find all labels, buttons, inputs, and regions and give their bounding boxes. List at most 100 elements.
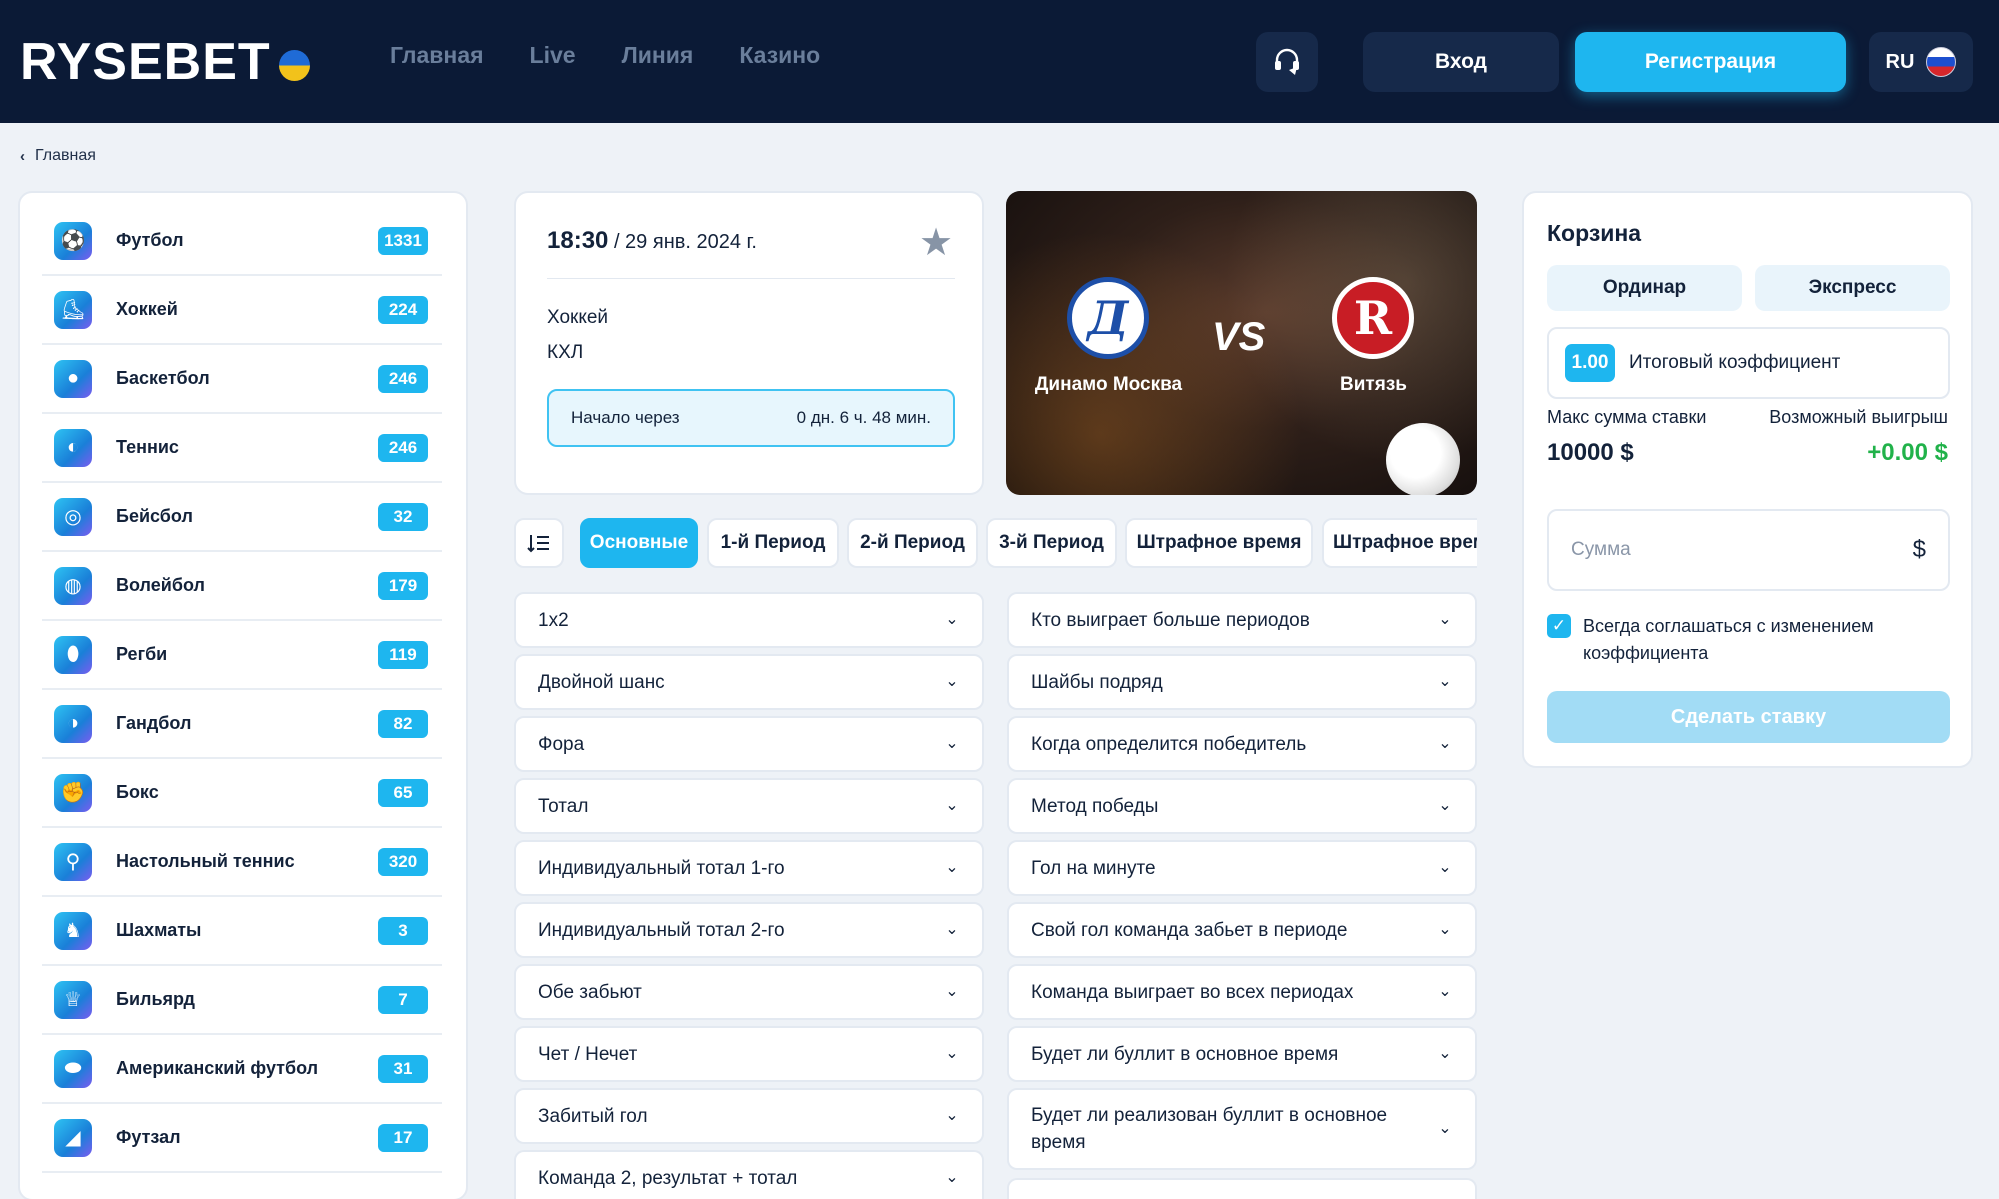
coefficient-label: Итоговый коэффициент [1629,352,1841,373]
currency-dollar-icon: $ [1912,536,1926,563]
market-individual-total-1[interactable]: Индивидуальный тотал 1-го ⌄ [514,840,984,896]
table-tennis-icon: ⚲ [54,842,92,881]
chevron-down-icon: ⌄ [945,1107,959,1124]
market-label: Метод победы [1031,795,1159,817]
language-code: RU [1885,50,1915,73]
tab-period-3[interactable]: 3-й Период [986,518,1117,568]
sidebar-item-chess[interactable]: ♞ Шахматы 3 [42,897,442,966]
sidebar-item-hockey[interactable]: ⛸ Хоккей 224 [42,276,442,345]
chevron-down-icon: ⌄ [1438,859,1452,876]
market-team2-result-total[interactable]: Команда 2, результат + тотал ⌄ [514,1150,984,1199]
volleyball-icon: ◍ [54,566,92,605]
market-label: Тотал [538,795,589,817]
nav-line[interactable]: Линия [622,42,694,69]
sport-count: 179 [378,571,428,600]
tab-penalty-time-2[interactable]: Штрафное время [1322,518,1477,568]
site-logo[interactable]: RYSEBET [20,33,310,91]
tab-period-1[interactable]: 1-й Период [707,518,839,568]
logo-text: RYSEBET [20,33,271,91]
sidebar-item-rugby[interactable]: ⬮ Регби 119 [42,621,442,690]
sidebar-item-futsal[interactable]: ◢ Футзал 17 [42,1104,442,1173]
market-label: Чет / Нечет [538,1043,638,1065]
breadcrumb[interactable]: ‹ Главная [20,147,96,165]
sidebar-item-volleyball[interactable]: ◍ Волейбол 179 [42,552,442,621]
tab-period-2[interactable]: 2-й Период [847,518,978,568]
market-both-score[interactable]: Обе забьют ⌄ [514,964,984,1020]
tab-single[interactable]: Ординар [1547,265,1742,311]
market-goal-on-minute[interactable]: Гол на минуте ⌄ [1007,840,1477,896]
sidebar-item-handball[interactable]: ◑ Гандбол 82 [42,690,442,759]
sidebar-item-baseball[interactable]: ◎ Бейсбол 32 [42,483,442,552]
market-shootout-converted[interactable]: Будет ли реализован буллит в основное вр… [1007,1088,1477,1170]
login-button[interactable]: Вход [1363,32,1559,92]
market-odd-even[interactable]: Чет / Нечет ⌄ [514,1026,984,1082]
support-button[interactable] [1256,32,1318,92]
american-football-icon: ⬬ [54,1049,92,1088]
amount-input[interactable] [1571,539,1913,561]
market-more-periods[interactable]: Кто выиграет больше периодов ⌄ [1007,592,1477,648]
event-league: КХЛ [547,342,584,363]
market-next-partial[interactable] [1007,1178,1477,1199]
nav-live[interactable]: Live [530,42,576,69]
sidebar-item-basketball[interactable]: ● Баскетбол 246 [42,345,442,414]
market-individual-total-2[interactable]: Индивидуальный тотал 2-го ⌄ [514,902,984,958]
chevron-down-icon: ⌄ [1438,673,1452,690]
tab-express[interactable]: Экспресс [1755,265,1950,311]
total-coefficient: 1.00 Итоговый коэффициент [1547,327,1950,399]
sidebar-item-american-football[interactable]: ⬬ Американский футбол 31 [42,1035,442,1104]
market-when-winner-decided[interactable]: Когда определится победитель ⌄ [1007,716,1477,772]
market-label: Кто выиграет больше периодов [1031,609,1310,631]
market-handicap[interactable]: Фора ⌄ [514,716,984,772]
handball-icon: ◑ [54,704,92,743]
tennis-ball-icon: ◐ [54,428,92,467]
coefficient-value: 1.00 [1565,344,1615,382]
event-time: 18:30 [547,227,609,254]
sport-count: 3 [378,916,428,945]
register-button[interactable]: Регистрация [1575,32,1846,92]
market-pucks-in-row[interactable]: Шайбы подряд ⌄ [1007,654,1477,710]
sidebar-item-billiards[interactable]: ♕ Бильярд 7 [42,966,442,1035]
chevron-down-icon: ⌄ [1438,1120,1452,1137]
sport-label: Бейсбол [116,506,193,526]
market-1x2[interactable]: 1x2 ⌄ [514,592,984,648]
sport-count: 320 [378,847,428,876]
checkbox-checked-icon[interactable]: ✓ [1547,614,1571,638]
russia-flag-icon [1926,47,1957,77]
accept-odds-change[interactable]: ✓ Всегда соглашаться с изменением коэффи… [1547,613,1947,667]
sport-label: Хоккей [116,299,178,319]
market-win-method[interactable]: Метод победы ⌄ [1007,778,1477,834]
market-goal-scored[interactable]: Забитый гол ⌄ [514,1088,984,1144]
sort-button[interactable] [514,518,564,568]
favorite-star-icon[interactable]: ★ [916,223,956,263]
place-bet-button[interactable]: Сделать ставку [1547,691,1950,743]
sport-label: Бильярд [116,989,195,1009]
sidebar-item-table-tennis[interactable]: ⚲ Настольный теннис 320 [42,828,442,897]
nav-casino[interactable]: Казино [739,42,820,69]
language-selector[interactable]: RU [1869,32,1973,92]
possible-win-value: +0.00 $ [1867,439,1948,466]
baseball-icon: ◎ [54,497,92,536]
event-sport: Хоккей [547,307,609,328]
amount-field[interactable]: $ [1547,509,1950,591]
market-own-goal-period[interactable]: Свой гол команда забьет в периоде ⌄ [1007,902,1477,958]
tab-main[interactable]: Основные [580,518,698,568]
market-win-all-periods[interactable]: Команда выиграет во всех периодах ⌄ [1007,964,1477,1020]
sport-count: 17 [378,1123,428,1152]
nav-home[interactable]: Главная [390,42,484,69]
market-double-chance[interactable]: Двойной шанс ⌄ [514,654,984,710]
sport-count: 31 [378,1054,428,1083]
dynamo-moscow-logo-icon: Д [1067,277,1149,359]
chevron-down-icon: ⌄ [945,611,959,628]
countdown-box: Начало через 0 дн. 6 ч. 48 мин. [547,389,955,447]
market-total[interactable]: Тотал ⌄ [514,778,984,834]
tab-penalty-time[interactable]: Штрафное время [1125,518,1313,568]
market-shootout-regular[interactable]: Будет ли буллит в основное время ⌄ [1007,1026,1477,1082]
sidebar-item-boxing[interactable]: ✊ Бокс 65 [42,759,442,828]
sidebar-item-football[interactable]: ⚽ Футбол 1331 [42,207,442,276]
trophy-icon: ♕ [54,980,92,1019]
sports-sidebar: ⚽ Футбол 1331 ⛸ Хоккей 224 ● Баскетбол 2… [18,191,468,1199]
chevron-down-icon: ⌄ [1438,735,1452,752]
bet-slip: Корзина Ординар Экспресс 1.00 Итоговый к… [1522,191,1973,768]
sidebar-item-tennis[interactable]: ◐ Теннис 246 [42,414,442,483]
cart-title: Корзина [1547,220,1642,246]
